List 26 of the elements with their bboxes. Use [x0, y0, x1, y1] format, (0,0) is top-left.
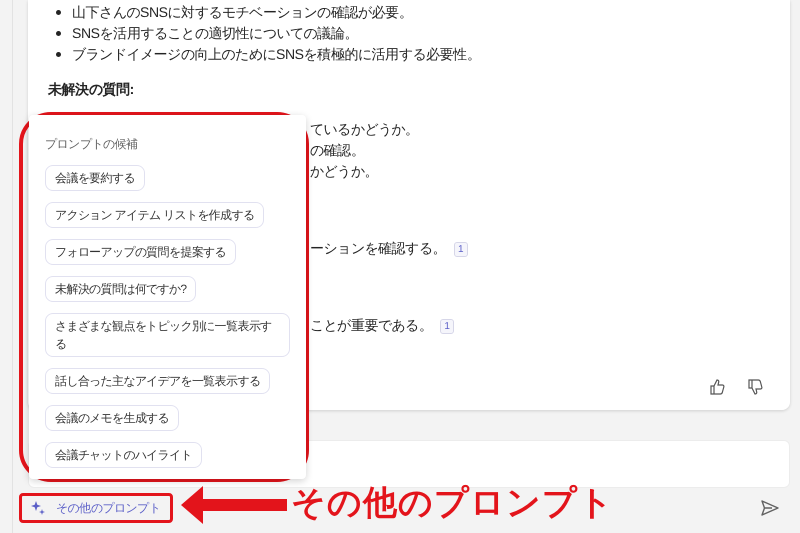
bullet-text: SNSを活用することの適切性についての議論。 [72, 25, 358, 41]
prompt-chip[interactable]: 会議のメモを生成する [45, 405, 180, 431]
prompt-chip[interactable]: アクション アイテム リストを作成する [45, 202, 264, 228]
bullet-text: ブランドイメージの向上のためにSNSを積極的に活用する必要性。 [72, 46, 480, 62]
menu-title: プロンプトの候補 [45, 136, 139, 153]
prompt-chip[interactable]: 会議を要約する [45, 165, 145, 191]
bullet-icon [56, 52, 61, 57]
message-text: の確認。 [310, 142, 364, 158]
bullet-icon [56, 10, 61, 15]
prompt-chip[interactable]: 話し合った主なアイデアを一覧表示する [45, 368, 270, 394]
prompt-chip[interactable]: さまざまな観点をトピック別に一覧表示する [45, 313, 290, 357]
more-prompts-button[interactable]: その他のプロンプト [22, 496, 170, 520]
bullet-icon [56, 31, 61, 36]
citation-link[interactable]: 1 [440, 318, 454, 334]
prompt-chip[interactable]: 会議チャットのハイライト [45, 442, 202, 468]
message-text: かどうか。 [310, 163, 378, 179]
prompt-chip[interactable]: 未解決の質問は何ですか? [45, 276, 196, 302]
citation-link[interactable]: 1 [454, 242, 468, 257]
annotation-label: その他のプロンプト [291, 483, 614, 524]
bullet-text: 山下さんのSNSに対するモチベーションの確認が必要。 [72, 4, 412, 20]
prompt-chip[interactable]: フォローアップの質問を提案する [45, 239, 236, 265]
message-text: ことが重要である。 [310, 317, 432, 333]
message-text: ーションを確認する。 [310, 240, 446, 256]
message-text: ているかどうか。 [310, 121, 419, 137]
sparkle-icon [30, 500, 46, 516]
section-heading: 未解決の質問: [48, 81, 134, 97]
